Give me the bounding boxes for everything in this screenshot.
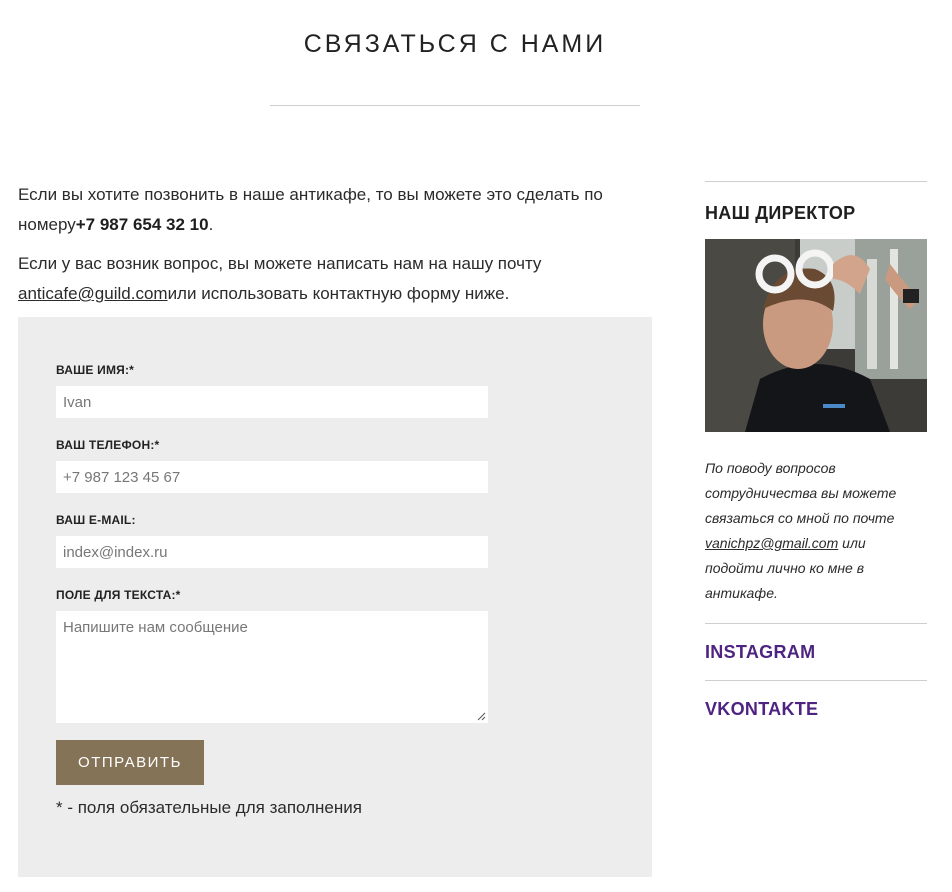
page-title: СВЯЗАТЬСЯ С НАМИ [303, 30, 607, 58]
email-label: ВАШ E-MAIL: [56, 513, 136, 527]
contact-form: ВАШЕ ИМЯ:* Ivan ВАШ ТЕЛЕФОН:* +7 987 123… [18, 317, 652, 877]
phone-end: . [208, 215, 214, 234]
required-fields-note: * - поля обязательные для заполнения [56, 798, 362, 817]
name-placeholder: Ivan [63, 393, 92, 411]
message-textarea[interactable]: Напишите нам сообщение [56, 611, 488, 723]
sidebar-divider [705, 181, 927, 182]
email-placeholder: index@index.ru [63, 543, 168, 561]
phone-input[interactable]: +7 987 123 45 67 [56, 461, 488, 493]
director-email-link[interactable]: vanichpz@gmail.com [705, 535, 838, 551]
director-text: По поводу вопросов сотрудничества вы мож… [705, 456, 927, 606]
director-heading: НАШ ДИРЕКТОР [705, 203, 856, 223]
vkontakte-link[interactable]: VKONTAKTE [705, 681, 927, 737]
email-text: Если у вас возник вопрос, вы можете напи… [18, 254, 542, 273]
contact-email-link[interactable]: anticafe@guild.com [18, 284, 168, 303]
message-label: ПОЛЕ ДЛЯ ТЕКСТА:* [56, 588, 181, 602]
phone-number: +7 987 654 32 10 [75, 215, 209, 234]
email-input[interactable]: index@index.ru [56, 536, 488, 568]
director-text-before: По поводу вопросов сотрудничества вы мож… [705, 460, 897, 526]
sidebar: НАШ ДИРЕКТОР По поводу вопросов сотрудни… [705, 181, 927, 737]
instagram-link[interactable]: INSTAGRAM [705, 624, 927, 680]
title-divider [270, 105, 640, 106]
director-photo [705, 239, 927, 432]
email-paragraph: Если у вас возник вопрос, вы можете напи… [18, 249, 658, 309]
resize-handle-icon[interactable] [476, 711, 486, 721]
email-after-text: или использовать контактную форму ниже. [167, 284, 510, 303]
phone-paragraph: Если вы хотите позвонить в наше антикафе… [18, 180, 658, 240]
name-input[interactable]: Ivan [56, 386, 488, 418]
intro-text: Если вы хотите позвонить в наше антикафе… [18, 180, 658, 318]
submit-button[interactable]: ОТПРАВИТЬ [56, 740, 204, 785]
name-label: ВАШЕ ИМЯ:* [56, 363, 135, 377]
phone-label: ВАШ ТЕЛЕФОН:* [56, 438, 160, 452]
message-placeholder: Напишите нам сообщение [63, 619, 248, 636]
phone-placeholder: +7 987 123 45 67 [63, 468, 181, 486]
